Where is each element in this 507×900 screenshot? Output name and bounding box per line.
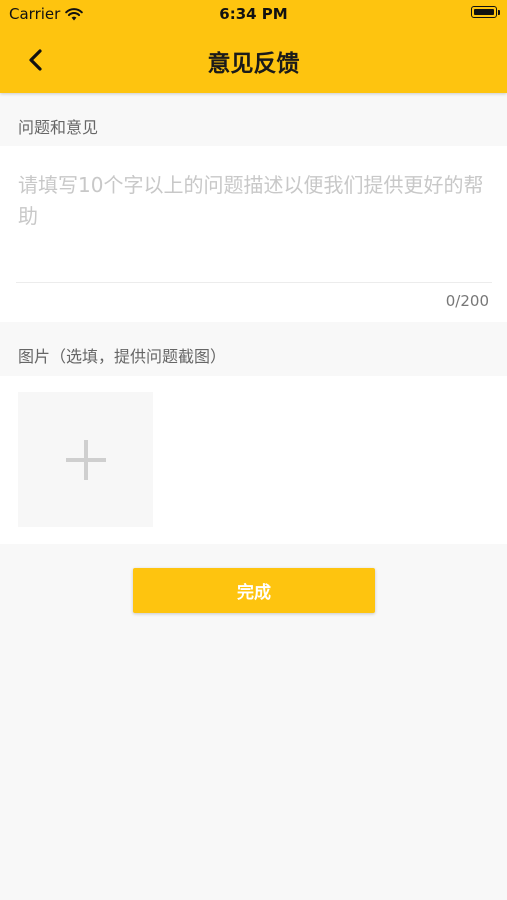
page-title: 意见反馈 [207,51,300,77]
feedback-input[interactable] [18,170,490,270]
char-counter: 0/200 [445,292,489,310]
status-bar: Carrier 6:34 PM [0,0,507,28]
add-image-button[interactable] [18,392,153,527]
submit-button[interactable]: 完成 [133,568,375,613]
top-bar: Carrier 6:34 PM 意见反馈 [0,0,507,93]
navigation-bar: 意见反馈 [0,28,507,93]
battery-level [474,9,494,15]
images-panel [0,376,507,544]
plus-icon [65,439,106,480]
status-time: 6:34 PM [219,5,288,23]
battery-icon [471,6,500,18]
feedback-panel: 0/200 [0,146,507,322]
divider [16,282,492,283]
feedback-section-label: 问题和意见 [18,118,99,137]
images-section-label: 图片（选填，提供问题截图） [18,347,227,366]
